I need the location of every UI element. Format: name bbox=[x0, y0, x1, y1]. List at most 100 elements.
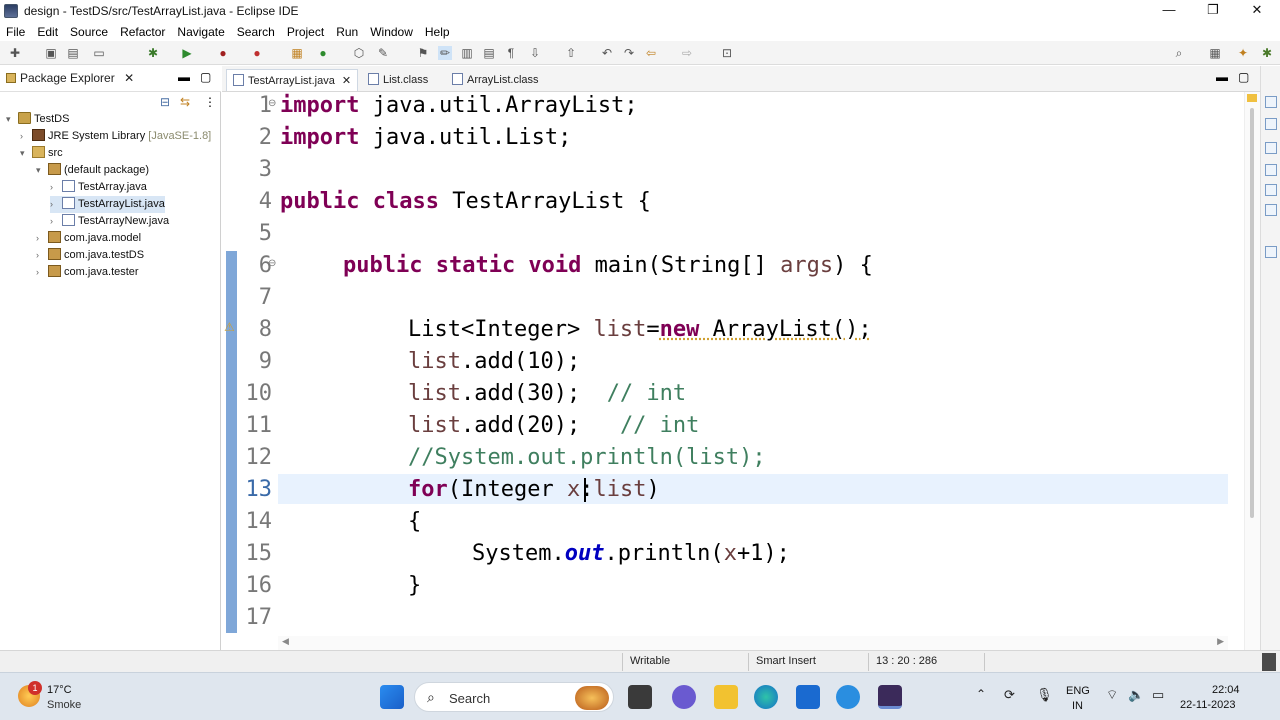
scrollbar-thumb[interactable] bbox=[1250, 108, 1254, 518]
scroll-right-icon[interactable]: ▶ bbox=[1217, 636, 1224, 647]
word-wrap-icon[interactable]: ▤ bbox=[482, 46, 496, 60]
menu-help[interactable]: Help bbox=[419, 25, 456, 39]
chevron-right-icon[interactable]: › bbox=[50, 196, 62, 213]
zoom-icon[interactable] bbox=[836, 685, 860, 709]
forward-edit-icon[interactable]: ↷ bbox=[622, 46, 636, 60]
javadoc-icon[interactable] bbox=[1265, 164, 1277, 176]
close-button[interactable]: ✕ bbox=[1234, 0, 1280, 22]
tab-list-class[interactable]: List.class bbox=[362, 69, 434, 91]
tree-item-project[interactable]: ▾ TestDS bbox=[6, 111, 69, 128]
tree-item-testarraynew[interactable]: › TestArrayNew.java bbox=[50, 213, 169, 230]
maximize-button[interactable]: ❐ bbox=[1190, 0, 1236, 22]
code-line-13[interactable]: for(Integer x:list) bbox=[408, 474, 660, 506]
expand-icon[interactable]: ▾ bbox=[20, 145, 32, 162]
block-selection-icon[interactable]: ▥ bbox=[460, 46, 474, 60]
trim-handle[interactable] bbox=[1262, 653, 1276, 671]
last-edit-icon[interactable]: ↶ bbox=[600, 46, 614, 60]
code-line-12[interactable]: //System.out.println(list); bbox=[408, 442, 766, 474]
link-with-editor-icon[interactable]: ⇆ bbox=[180, 95, 190, 109]
warning-icon[interactable]: ⚠ bbox=[224, 320, 235, 334]
tree-item-com-java-testds[interactable]: › com.java.testDS bbox=[36, 247, 144, 264]
taskbar-search[interactable]: ⌕ Search bbox=[414, 682, 614, 712]
tab-arraylist-class[interactable]: ArrayList.class bbox=[446, 69, 545, 91]
collapse-all-icon[interactable]: ⊟ bbox=[160, 95, 170, 109]
menu-edit[interactable]: Edit bbox=[31, 25, 64, 39]
code-line-1[interactable]: import java.util.ArrayList; bbox=[280, 90, 638, 122]
task-list-icon[interactable] bbox=[1265, 118, 1277, 130]
task-view-icon[interactable] bbox=[628, 685, 652, 709]
code-line-2[interactable]: import java.util.List; bbox=[280, 122, 571, 154]
external-tools-icon[interactable]: ● bbox=[250, 46, 264, 60]
code-line-6[interactable]: public static void main(String[] args) { bbox=[343, 250, 873, 282]
code-line-14[interactable]: { bbox=[408, 506, 421, 538]
horizontal-scrollbar[interactable]: ◀ ▶ bbox=[278, 636, 1228, 650]
declaration-icon[interactable] bbox=[1265, 184, 1277, 196]
eclipse-taskbar-icon[interactable] bbox=[878, 685, 902, 709]
menu-file[interactable]: File bbox=[0, 25, 31, 39]
maximize-editor-icon[interactable]: ▢ bbox=[1238, 70, 1249, 84]
view-menu-icon[interactable]: ⋮ bbox=[204, 95, 216, 109]
chevron-right-icon[interactable]: › bbox=[36, 247, 48, 264]
new-java-project-icon[interactable]: ▦ bbox=[290, 46, 304, 60]
tree-item-com-java-tester[interactable]: › com.java.tester bbox=[36, 264, 139, 281]
maximize-view-icon[interactable]: ▢ bbox=[200, 70, 211, 84]
clock-date[interactable]: 22-11-2023 bbox=[1180, 699, 1235, 711]
back-icon[interactable]: ⇦ bbox=[644, 46, 658, 60]
language-code[interactable]: ENG bbox=[1066, 685, 1090, 697]
clock-time[interactable]: 22:04 bbox=[1212, 684, 1240, 696]
menu-window[interactable]: Window bbox=[364, 25, 419, 39]
chat-icon[interactable] bbox=[672, 685, 696, 709]
code-line-11[interactable]: list.add(20); // int bbox=[408, 410, 699, 442]
tab-testarraylist-java[interactable]: TestArrayList.java ✕ bbox=[226, 69, 359, 91]
search-icon[interactable]: ⌕ bbox=[1172, 46, 1186, 60]
menu-search[interactable]: Search bbox=[231, 25, 281, 39]
run-icon[interactable]: ▶ bbox=[180, 46, 194, 60]
debug-icon[interactable]: ✱ bbox=[146, 46, 160, 60]
expand-icon[interactable]: ▾ bbox=[36, 162, 48, 179]
volume-icon[interactable]: 🔈 bbox=[1128, 687, 1144, 703]
outline-icon[interactable] bbox=[1265, 96, 1277, 108]
open-type-icon[interactable]: ⬡ bbox=[352, 46, 366, 60]
close-icon[interactable]: ✕ bbox=[124, 71, 134, 85]
chevron-right-icon[interactable]: › bbox=[36, 230, 48, 247]
save-all-icon[interactable]: ▤ bbox=[66, 46, 80, 60]
highlight-icon[interactable]: ✏ bbox=[438, 46, 452, 60]
chevron-right-icon[interactable]: › bbox=[50, 179, 62, 196]
minimize-view-icon[interactable]: ▬ bbox=[178, 70, 190, 84]
edge-icon[interactable] bbox=[754, 685, 778, 709]
menu-project[interactable]: Project bbox=[281, 25, 330, 39]
close-icon[interactable]: ✕ bbox=[342, 75, 351, 87]
tree-item-com-java-model[interactable]: › com.java.model bbox=[36, 230, 141, 247]
battery-icon[interactable]: ▭ bbox=[1152, 687, 1164, 703]
tree-item-testarray[interactable]: › TestArray.java bbox=[50, 179, 147, 196]
forward-icon[interactable]: ⇨ bbox=[680, 46, 694, 60]
code-line-4[interactable]: public class TestArrayList { bbox=[280, 186, 651, 218]
save-icon[interactable]: ▣ bbox=[44, 46, 58, 60]
wifi-icon[interactable]: ⌔ bbox=[1106, 687, 1118, 703]
menu-source[interactable]: Source bbox=[64, 25, 114, 39]
store-icon[interactable] bbox=[796, 685, 820, 709]
pin-editor-icon[interactable]: ⊡ bbox=[720, 46, 734, 60]
new-icon[interactable]: ✚ bbox=[8, 46, 22, 60]
show-whitespace-icon[interactable]: ¶ bbox=[504, 46, 518, 60]
menu-refactor[interactable]: Refactor bbox=[114, 25, 171, 39]
tree-item-testarraylist[interactable]: › TestArrayList.java bbox=[50, 196, 165, 213]
fold-icon[interactable]: ⊖ bbox=[268, 98, 276, 109]
tree-item-src[interactable]: ▾ src bbox=[20, 145, 63, 162]
minimize-editor-icon[interactable]: ▬ bbox=[1216, 70, 1228, 84]
code-line-15[interactable]: System.out.println(x+1); bbox=[472, 538, 790, 570]
toggle-mark-occurrences-icon[interactable]: ⚑ bbox=[416, 46, 430, 60]
progress-icon[interactable] bbox=[1265, 246, 1277, 258]
code-line-10[interactable]: list.add(30); // int bbox=[408, 378, 686, 410]
show-hidden-icons[interactable]: ⌃ bbox=[976, 687, 986, 701]
fold-icon[interactable]: ⊖ bbox=[268, 258, 276, 269]
previous-annotation-icon[interactable]: ⇧ bbox=[564, 46, 578, 60]
chevron-right-icon[interactable]: › bbox=[36, 264, 48, 281]
problems-icon[interactable] bbox=[1265, 142, 1277, 154]
menu-navigate[interactable]: Navigate bbox=[171, 25, 230, 39]
start-icon[interactable] bbox=[380, 685, 404, 709]
code-line-16[interactable]: } bbox=[408, 570, 421, 602]
search-tool-icon[interactable]: ✎ bbox=[376, 46, 390, 60]
language-region[interactable]: IN bbox=[1072, 700, 1083, 712]
code-line-8[interactable]: List<Integer> list=new ArrayList(); bbox=[408, 314, 872, 346]
